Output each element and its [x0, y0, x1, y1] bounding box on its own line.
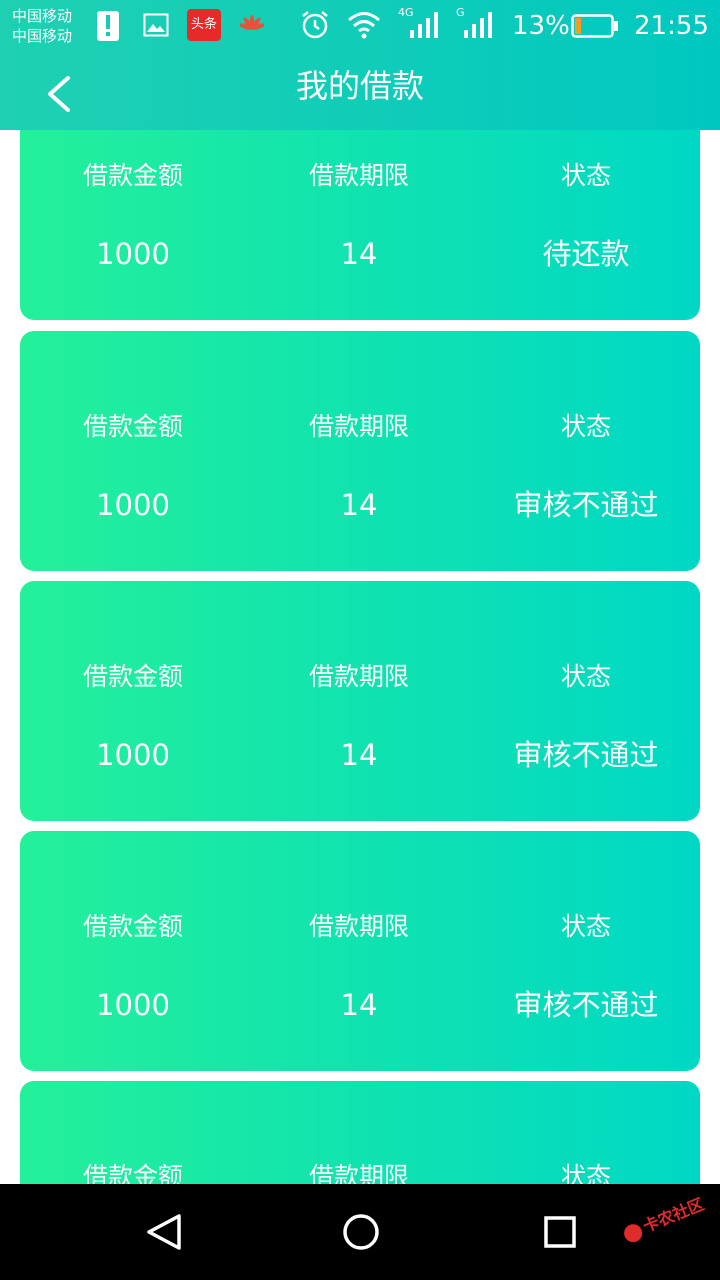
back-triangle-icon [147, 1214, 181, 1250]
gallery-icon [143, 13, 169, 37]
status-label: 状态 [560, 412, 611, 441]
nav-home-button[interactable] [331, 1204, 391, 1260]
amount-value: 1000 [96, 237, 170, 271]
term-label: 借款期限 [308, 912, 409, 941]
term-value: 14 [340, 988, 378, 1022]
amount-value: 1000 [96, 738, 170, 772]
battery-percent: 13% [512, 11, 570, 41]
status-value: 审核不通过 [513, 988, 659, 1022]
signal-4g-icon [410, 12, 438, 38]
term-label: 借款期限 [308, 412, 409, 441]
loan-list[interactable]: 借款金额 1000 借款期限 14 状态 待还款 借款金额 1000 借款期限 14 状态… [0, 130, 720, 1184]
svg-text:卡农社区: 卡农社区 [640, 1195, 706, 1237]
amount-label: 借款金额 [82, 662, 183, 691]
term-value: 14 [340, 738, 378, 772]
amount-label: 借款金额 [82, 1162, 183, 1184]
toutiao-app-icon: 头条 [187, 9, 221, 41]
status-label: 状态 [560, 161, 611, 190]
amount-value: 1000 [96, 988, 170, 1022]
huawei-icon [240, 15, 264, 30]
page-title: 我的借款 [295, 67, 424, 105]
nav-back-button[interactable] [133, 1204, 193, 1260]
status-value: 待还款 [542, 237, 630, 271]
term-label: 借款期限 [308, 1162, 409, 1184]
term-label: 借款期限 [308, 662, 409, 691]
amount-label: 借款金额 [82, 161, 183, 190]
carrier-names: 中国移动 中国移动 [12, 6, 72, 46]
battery-icon [571, 14, 618, 38]
status-bar: 中国移动 中国移动 头条 4G G 13% 21:55 [0, 0, 720, 52]
term-value: 14 [340, 237, 378, 271]
loan-card[interactable]: 借款金额 1000 借款期限 14 状态审核不通过 [20, 331, 700, 571]
status-value: 审核不通过 [513, 738, 659, 772]
alarm-icon [302, 11, 328, 39]
amount-value: 1000 [96, 488, 170, 522]
signal-g-icon [464, 12, 492, 38]
loan-card[interactable]: 借款金额 借款期限 状态 [20, 1081, 700, 1184]
status-label: 状态 [560, 912, 611, 941]
header: 我的借款 [0, 52, 720, 130]
wifi-icon [348, 12, 380, 39]
term-label: 借款期限 [308, 161, 409, 190]
recents-square-icon [544, 1216, 576, 1248]
loan-card[interactable]: 借款金额 1000 借款期限 14 状态待还款 [20, 130, 700, 320]
watermark-logo: 卡农社区 [624, 1195, 707, 1242]
alert-icon [97, 11, 119, 41]
carrier-1: 中国移动 [12, 7, 73, 25]
home-circle-icon [343, 1214, 379, 1250]
term-value: 14 [340, 488, 378, 522]
clock: 21:55 [634, 11, 709, 41]
amount-label: 借款金额 [82, 412, 183, 441]
nav-recents-button[interactable] [530, 1204, 590, 1260]
carrier-2: 中国移动 [12, 27, 73, 45]
status-value: 审核不通过 [513, 488, 659, 522]
navigation-bar [0, 1184, 720, 1280]
app-header-bar: 中国移动 中国移动 头条 4G G 13% 21:55 我的借款 [0, 0, 720, 130]
loan-card[interactable]: 借款金额 1000 借款期限 14 状态审核不通过 [20, 581, 700, 821]
loan-card[interactable]: 借款金额 1000 借款期限 14 状态审核不通过 [20, 831, 700, 1071]
status-label: 状态 [560, 662, 611, 691]
status-label: 状态 [560, 1162, 611, 1184]
amount-label: 借款金额 [82, 912, 183, 941]
